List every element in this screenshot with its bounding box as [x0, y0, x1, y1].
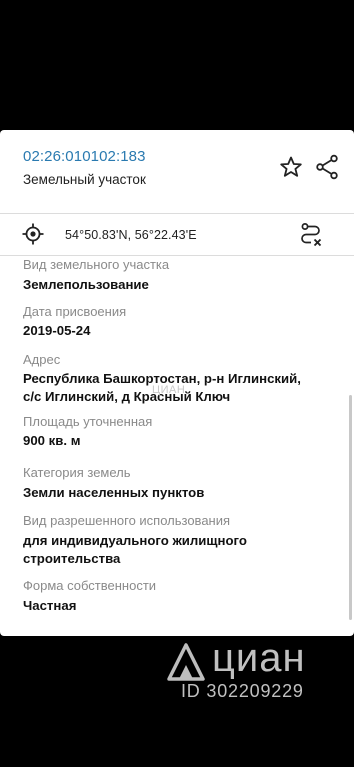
- permitted-use-value-line-2: строительства: [23, 551, 121, 566]
- land-category-value: Земли населенных пунктов: [23, 485, 205, 500]
- address-label: Адрес: [23, 352, 61, 367]
- assignment-date-value: 2019-05-24: [23, 323, 91, 338]
- parcel-header: 02:26:010102:183 Земельный участок: [0, 130, 354, 212]
- land-kind-label: Вид земельного участка: [23, 257, 170, 272]
- watermark-text: ЦИАН: [152, 384, 186, 396]
- area-value: 900 кв. м: [23, 433, 81, 448]
- cian-logo-icon: [167, 643, 205, 681]
- share-button[interactable]: [315, 154, 339, 180]
- coordinates-text: 54°50.83'N, 56°22.43'E: [65, 228, 197, 242]
- cadastral-number-link[interactable]: 02:26:010102:183: [23, 148, 146, 165]
- parcel-details: Вид земельного участка Землепользование …: [0, 256, 354, 636]
- favorite-button[interactable]: [279, 155, 303, 179]
- area-label: Площадь уточненная: [23, 414, 153, 429]
- route-icon: [301, 223, 322, 247]
- land-category-label: Категория земель: [23, 465, 131, 480]
- permitted-use-label: Вид разрешенного использования: [23, 513, 231, 528]
- cian-brand-watermark: циан: [212, 636, 306, 680]
- coordinates-bar: 54°50.83'N, 56°22.43'E: [0, 214, 354, 256]
- route-button[interactable]: [299, 222, 323, 248]
- parcel-info-sheet: 02:26:010102:183 Земельный участок 54°50…: [0, 130, 354, 636]
- scrollbar[interactable]: [349, 395, 352, 620]
- crosshair-icon: [22, 223, 44, 245]
- permitted-use-value-line-1: для индивидуального жилищного: [23, 533, 247, 548]
- star-icon: [280, 156, 302, 177]
- assignment-date-label: Дата присвоения: [23, 304, 127, 319]
- my-location-button[interactable]: [22, 223, 44, 245]
- listing-id-watermark: ID 302209229: [181, 681, 304, 701]
- ownership-form-label: Форма собственности: [23, 578, 157, 593]
- address-value-line-2: с/с Иглинский, д Красный Ключ: [23, 389, 231, 404]
- land-kind-value: Землепользование: [23, 277, 149, 292]
- parcel-type-text: Земельный участок: [23, 172, 146, 187]
- ownership-form-value: Частная: [23, 598, 77, 613]
- share-icon: [316, 154, 338, 180]
